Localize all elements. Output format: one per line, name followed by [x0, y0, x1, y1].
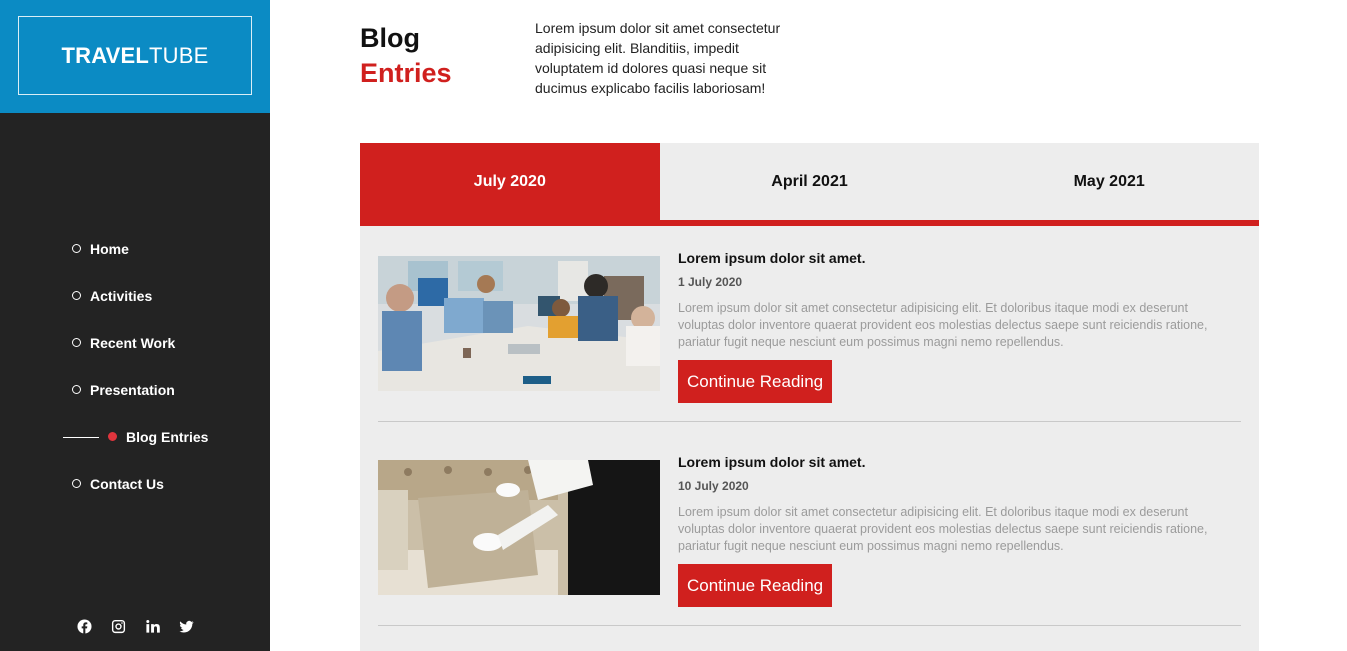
nav-item-blog-entries[interactable]: Blog Entries	[0, 413, 270, 460]
entry-excerpt: Lorem ipsum dolor sit amet consectetur a…	[678, 301, 1208, 349]
blog-entry: Lorem ipsum dolor sit amet. 1 July 2020 …	[378, 250, 1241, 422]
twitter-icon[interactable]	[178, 618, 194, 634]
nav-item-label: Home	[90, 240, 129, 257]
nav-item-recent-work[interactable]: Recent Work	[0, 319, 270, 366]
logo[interactable]: TRAVELTUBE	[18, 16, 252, 95]
entry-title[interactable]: Lorem ipsum dolor sit amet.	[678, 250, 865, 266]
sidebar: TRAVELTUBE Home Activities Recent Work P…	[0, 0, 270, 651]
entry-date: 10 July 2020	[678, 479, 749, 493]
nav-item-label: Activities	[90, 287, 153, 304]
nav-item-label: Contact Us	[90, 475, 164, 492]
circle-bullet-icon	[72, 385, 81, 394]
nav-item-label: Blog Entries	[126, 428, 209, 445]
page-title-line2: Entries	[360, 58, 452, 88]
facebook-icon[interactable]	[76, 618, 92, 634]
tab-july-2020[interactable]: July 2020	[360, 143, 660, 220]
page-title-line1: Blog	[360, 23, 420, 53]
page-title: Blog Entries	[360, 22, 452, 92]
logo-light: TUBE	[149, 42, 209, 68]
tab-april-2021[interactable]: April 2021	[660, 143, 960, 220]
active-indicator-line	[63, 436, 99, 438]
social-links	[0, 618, 270, 634]
intro-text: Lorem ipsum dolor sit amet consectetur a…	[535, 20, 781, 96]
nav-item-presentation[interactable]: Presentation	[0, 366, 270, 413]
logo-bold: TRAVEL	[61, 42, 150, 68]
circle-bullet-icon	[72, 244, 81, 253]
nav-item-label: Presentation	[90, 381, 175, 398]
nav-item-activities[interactable]: Activities	[0, 272, 270, 319]
circle-bullet-icon	[72, 479, 81, 488]
circle-bullet-icon	[72, 338, 81, 347]
main-nav: Home Activities Recent Work Presentation…	[0, 225, 270, 507]
entry-thumbnail-pillow	[378, 460, 660, 595]
tab-may-2021[interactable]: May 2021	[959, 143, 1259, 220]
logo-text: TRAVELTUBE	[61, 43, 208, 69]
blog-entry: Lorem ipsum dolor sit amet. 10 July 2020…	[378, 454, 1241, 626]
nav-item-contact-us[interactable]: Contact Us	[0, 460, 270, 507]
nav-item-home[interactable]: Home	[0, 225, 270, 272]
entry-date: 1 July 2020	[678, 275, 743, 289]
instagram-icon[interactable]	[110, 618, 126, 634]
circle-bullet-icon	[72, 291, 81, 300]
continue-reading-button[interactable]: Continue Reading	[678, 360, 833, 403]
entry-excerpt: Lorem ipsum dolor sit amet consectetur a…	[678, 505, 1208, 553]
entry-thumbnail-office	[378, 256, 660, 391]
nav-item-label: Recent Work	[90, 334, 176, 351]
blog-list: Lorem ipsum dolor sit amet. 1 July 2020 …	[360, 226, 1259, 651]
active-dot-icon	[108, 432, 117, 441]
brand-header: TRAVELTUBE	[0, 0, 270, 113]
continue-reading-button[interactable]: Continue Reading	[678, 564, 833, 607]
linkedin-icon[interactable]	[144, 618, 160, 634]
entry-title[interactable]: Lorem ipsum dolor sit amet.	[678, 454, 865, 470]
tab-bar: July 2020 April 2021 May 2021	[360, 143, 1259, 220]
